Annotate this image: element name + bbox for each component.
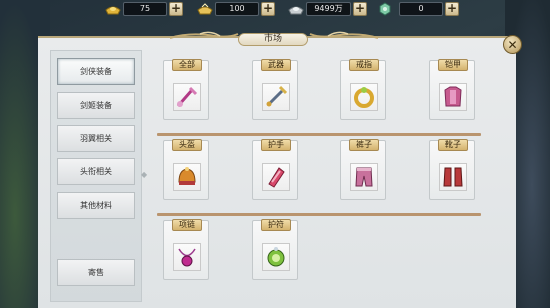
sidebar-item-titles[interactable]: 头衔相关 <box>57 158 135 185</box>
armor-icon <box>439 83 467 111</box>
boots-icon <box>439 163 467 191</box>
category-amulet[interactable]: 护符 <box>252 219 298 280</box>
sidebar-item-swordsman-gear[interactable]: 剑侠装备 <box>57 58 135 85</box>
scroll-marker: ◆ <box>141 170 148 179</box>
sword-icon <box>173 83 201 111</box>
currency-gold-bound-value: 100 <box>215 2 259 16</box>
currency-gold-value: 75 <box>123 2 167 16</box>
category-helmet[interactable]: 头盔 <box>163 139 209 200</box>
necklace-icon <box>173 243 201 271</box>
close-icon: ✕ <box>507 37 518 52</box>
sidebar: 剑侠装备 剑姬装备 羽翼相关 头衔相关 其他材料 寄售 <box>50 50 142 302</box>
consign-sell-button[interactable]: 寄售 <box>57 259 135 286</box>
currency-gold-bound: 100 + <box>196 0 275 18</box>
category-label: 头盔 <box>172 139 202 151</box>
category-label: 护符 <box>261 219 291 231</box>
row-divider <box>157 213 481 216</box>
add-jade-button[interactable]: + <box>445 2 459 16</box>
category-weapon[interactable]: 武器 <box>252 59 298 120</box>
pants-icon <box>350 163 378 191</box>
category-armor[interactable]: 铠甲 <box>429 59 475 120</box>
category-label: 项链 <box>172 219 202 231</box>
sidebar-item-swordswoman-gear[interactable]: 剑姬装备 <box>57 92 135 119</box>
gold-ingot-icon <box>104 2 121 16</box>
ring-icon <box>350 83 378 111</box>
gold-bound-icon <box>196 2 213 16</box>
helmet-icon <box>173 163 201 191</box>
category-pants[interactable]: 裤子 <box>340 139 386 200</box>
category-ring[interactable]: 戒指 <box>340 59 386 120</box>
category-all[interactable]: 全部 <box>163 59 209 120</box>
dagger-icon <box>262 83 290 111</box>
category-label: 护手 <box>261 139 291 151</box>
jade-token-icon <box>376 2 393 16</box>
category-label: 武器 <box>261 59 291 71</box>
add-gold-button[interactable]: + <box>169 2 183 16</box>
currency-silver-value: 9499万 <box>306 2 351 16</box>
row-divider <box>157 133 481 136</box>
add-silver-button[interactable]: + <box>353 2 367 16</box>
window-title: 市场 <box>238 33 308 46</box>
title-ornament-left <box>170 31 239 39</box>
sidebar-item-wings[interactable]: 羽翼相关 <box>57 125 135 152</box>
category-necklace[interactable]: 项链 <box>163 219 209 280</box>
currency-jade-value: 0 <box>399 2 443 16</box>
category-label: 戒指 <box>349 59 379 71</box>
silver-ingot-icon <box>287 2 304 16</box>
gauntlet-icon <box>262 163 290 191</box>
amulet-icon <box>262 243 290 271</box>
title-ornament-right <box>309 31 378 39</box>
currency-silver: 9499万 + <box>287 0 367 18</box>
category-label: 裤子 <box>349 139 379 151</box>
add-gold-bound-button[interactable]: + <box>261 2 275 16</box>
close-button[interactable]: ✕ <box>503 35 522 54</box>
category-label: 全部 <box>172 59 202 71</box>
currency-jade: 0 + <box>376 0 459 18</box>
currency-gold: 75 + <box>104 0 183 18</box>
category-gauntlet[interactable]: 护手 <box>252 139 298 200</box>
category-boots[interactable]: 靴子 <box>429 139 475 200</box>
category-label: 靴子 <box>438 139 468 151</box>
category-label: 铠甲 <box>438 59 468 71</box>
sidebar-item-other-materials[interactable]: 其他材料 <box>57 192 135 219</box>
